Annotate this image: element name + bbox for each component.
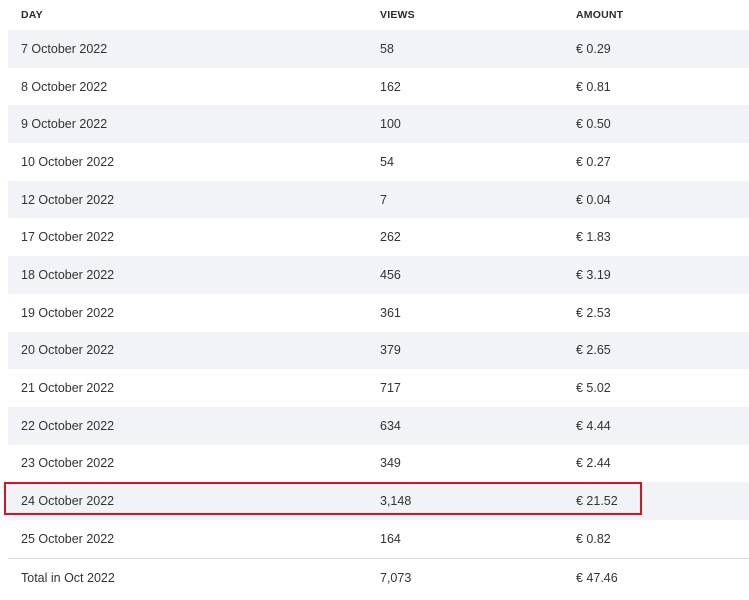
table-row: 8 October 2022 162 € 0.81 xyxy=(8,68,749,106)
row-amount: € 0.29 xyxy=(576,41,611,56)
table-row: 18 October 2022 456 € 3.19 xyxy=(8,256,749,294)
row-amount: € 0.50 xyxy=(576,117,611,132)
row-views: 456 xyxy=(380,267,401,282)
row-amount: € 1.83 xyxy=(576,230,611,245)
total-label: Total in Oct 2022 xyxy=(21,570,115,585)
column-header-views[interactable]: VIEWS xyxy=(380,9,415,21)
row-views: 3,148 xyxy=(380,494,412,509)
row-amount: € 0.04 xyxy=(576,192,611,207)
row-amount: € 0.81 xyxy=(576,79,611,94)
row-day: 19 October 2022 xyxy=(21,305,115,320)
row-views: 361 xyxy=(380,305,401,320)
row-day: 25 October 2022 xyxy=(21,531,115,546)
row-views: 100 xyxy=(380,117,401,132)
total-amount: € 47.46 xyxy=(576,570,618,585)
table-row: 12 October 2022 7 € 0.04 xyxy=(8,180,749,219)
row-views: 58 xyxy=(380,41,394,56)
row-day: 21 October 2022 xyxy=(21,381,115,396)
row-views: 54 xyxy=(380,154,394,169)
row-amount: € 21.52 xyxy=(576,494,618,509)
row-day: 24 October 2022 xyxy=(21,494,115,509)
table-row: 21 October 2022 717 € 5.02 xyxy=(8,369,749,407)
table-row: 20 October 2022 379 € 2.65 xyxy=(8,331,749,370)
table-row: 7 October 2022 58 € 0.29 xyxy=(8,30,749,68)
table-total-row: Total in Oct 2022 7,073 € 47.46 xyxy=(8,557,749,597)
row-views: 717 xyxy=(380,381,401,396)
row-views: 262 xyxy=(380,230,401,245)
row-day: 17 October 2022 xyxy=(21,230,115,245)
row-views: 164 xyxy=(380,531,401,546)
row-amount: € 3.19 xyxy=(576,267,611,282)
earnings-table: DAY VIEWS AMOUNT 7 October 2022 58 € 0.2… xyxy=(8,0,749,597)
row-day: 8 October 2022 xyxy=(21,79,108,94)
row-day: 7 October 2022 xyxy=(21,41,108,56)
row-day: 12 October 2022 xyxy=(21,192,115,207)
column-header-amount[interactable]: AMOUNT xyxy=(576,9,623,21)
table-header: DAY VIEWS AMOUNT xyxy=(8,0,749,30)
table-row-highlighted: 24 October 2022 3,148 € 21.52 xyxy=(8,482,749,520)
row-amount: € 5.02 xyxy=(576,381,611,396)
total-views: 7,073 xyxy=(380,570,412,585)
table-row: 23 October 2022 349 € 2.44 xyxy=(8,445,749,483)
row-amount: € 2.53 xyxy=(576,305,611,320)
row-views: 634 xyxy=(380,418,401,433)
table-row: 10 October 2022 54 € 0.27 xyxy=(8,143,749,181)
row-amount: € 0.82 xyxy=(576,531,611,546)
row-day: 10 October 2022 xyxy=(21,154,115,169)
table-row: 25 October 2022 164 € 0.82 xyxy=(8,520,749,558)
column-header-day[interactable]: DAY xyxy=(21,9,43,21)
row-views: 162 xyxy=(380,79,401,94)
row-amount: € 0.27 xyxy=(576,154,611,169)
row-views: 7 xyxy=(380,192,387,207)
table-row: 9 October 2022 100 € 0.50 xyxy=(8,105,749,144)
row-day: 9 October 2022 xyxy=(21,117,108,132)
row-views: 349 xyxy=(380,456,401,471)
row-amount: € 4.44 xyxy=(576,418,611,433)
row-amount: € 2.44 xyxy=(576,456,611,471)
table-row: 17 October 2022 262 € 1.83 xyxy=(8,218,749,256)
row-day: 18 October 2022 xyxy=(21,267,115,282)
row-day: 22 October 2022 xyxy=(21,418,115,433)
row-day: 23 October 2022 xyxy=(21,456,115,471)
table-row: 22 October 2022 634 € 4.44 xyxy=(8,406,749,445)
row-amount: € 2.65 xyxy=(576,343,611,358)
table-row: 19 October 2022 361 € 2.53 xyxy=(8,294,749,332)
row-views: 379 xyxy=(380,343,401,358)
row-day: 20 October 2022 xyxy=(21,343,115,358)
